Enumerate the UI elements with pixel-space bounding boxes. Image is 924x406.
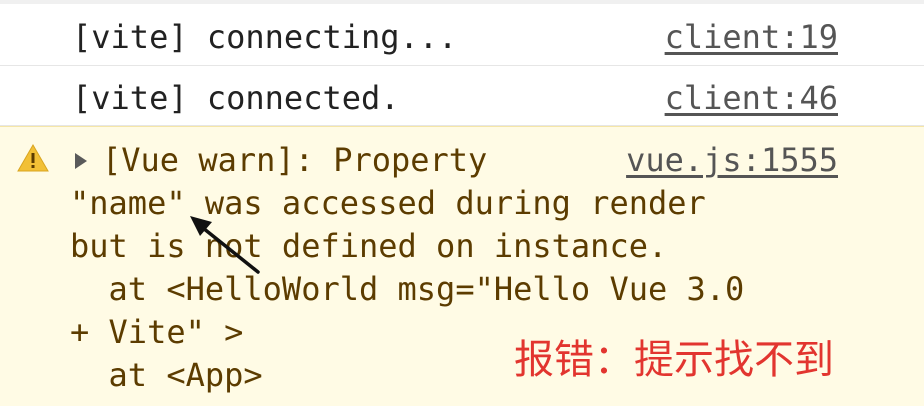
warning-message-line: "name" was accessed during render bbox=[70, 184, 706, 222]
warning-icon bbox=[17, 143, 49, 172]
warning-message-line: but is not defined on instance. bbox=[70, 227, 668, 265]
log-message: [vite] connected. bbox=[72, 79, 400, 117]
source-link[interactable]: client:19 bbox=[665, 17, 838, 57]
expand-arrow-icon[interactable] bbox=[72, 151, 90, 171]
annotation-text: 报错：提示找不到 bbox=[514, 337, 834, 383]
warning-stack-line: + Vite" > bbox=[70, 313, 244, 351]
warning-stack-line: at <HelloWorld msg="Hello Vue 3.0 bbox=[70, 270, 745, 308]
source-link[interactable]: client:46 bbox=[665, 78, 838, 118]
warning-message-line: [Vue warn]: Property bbox=[102, 141, 488, 179]
annotation-arrow bbox=[190, 216, 260, 274]
warning-source-link[interactable]: vue.js:1555 bbox=[626, 139, 838, 181]
warning-stack-line: at <App> bbox=[70, 356, 263, 394]
log-message: [vite] connecting... bbox=[72, 18, 458, 56]
console-log-row: [vite] connected. client:46 bbox=[0, 66, 924, 126]
console-log-row: [vite] connecting... client:19 bbox=[0, 4, 924, 66]
